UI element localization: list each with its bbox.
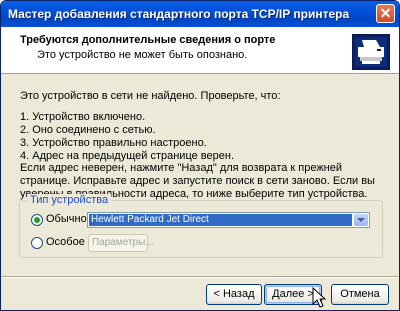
device-type-legend: Тип устройства: [27, 194, 112, 206]
standard-device-value: Hewlett Packard Jet Direct: [89, 214, 352, 226]
window-title: Мастер добавления стандартного порта TCP…: [8, 7, 350, 21]
title-bar[interactable]: Мастер добавления стандартного порта TCP…: [1, 1, 399, 27]
device-type-group: [19, 200, 383, 258]
chevron-down-icon[interactable]: [354, 214, 368, 226]
custom-radio[interactable]: [31, 237, 43, 249]
header-title: Требуются дополнительные сведения о порт…: [20, 34, 276, 46]
wizard-window: Мастер добавления стандартного порта TCP…: [0, 0, 400, 311]
checklist-item: 1. Устройство включено.: [20, 111, 146, 123]
intro-text: Это устройство в сети не найдено. Провер…: [20, 90, 281, 102]
custom-radio-label[interactable]: Особое: [46, 236, 85, 248]
wizard-header: Требуются дополнительные сведения о порт…: [1, 27, 399, 74]
header-subtitle: Это устройство не может быть опознано.: [37, 49, 248, 61]
standard-device-select[interactable]: Hewlett Packard Jet Direct: [87, 212, 370, 228]
standard-radio-label[interactable]: Обычное: [46, 213, 93, 225]
bottom-divider: [1, 276, 399, 278]
checklist-item: 2. Оно соединено с сетью.: [20, 124, 156, 136]
cancel-button[interactable]: Отмена: [331, 284, 389, 305]
printer-icon: [352, 34, 390, 70]
close-icon[interactable]: [376, 4, 395, 23]
checklist-item: 3. Устройство правильно настроено.: [20, 137, 207, 149]
mouse-pointer-icon: [312, 287, 326, 308]
standard-radio[interactable]: [31, 214, 43, 226]
back-button[interactable]: < Назад: [206, 284, 262, 305]
parameters-button[interactable]: Параметры...: [88, 234, 154, 252]
